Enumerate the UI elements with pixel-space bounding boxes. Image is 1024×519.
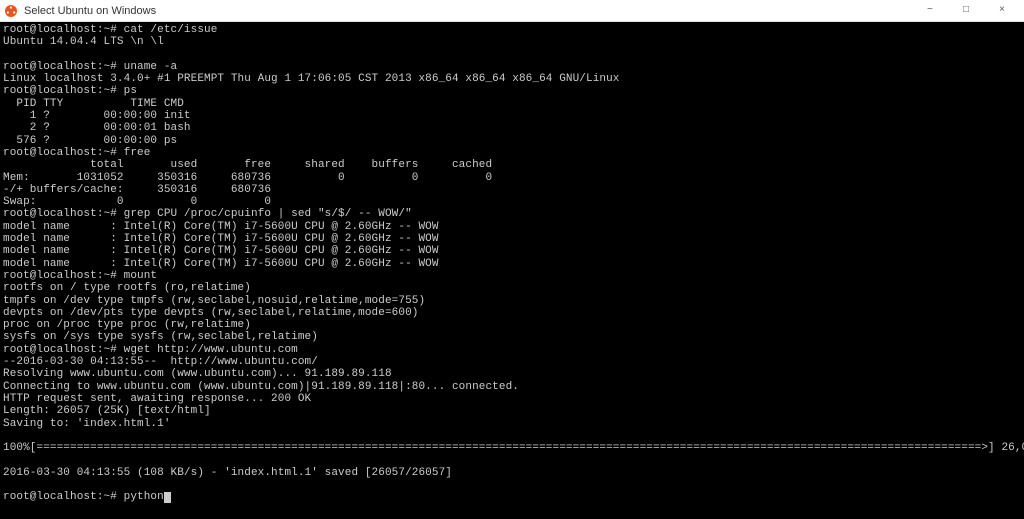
cursor [164,492,171,503]
terminal-line: root@localhost:~# wget http://www.ubuntu… [3,344,1021,356]
terminal-line [3,49,1021,61]
terminal-line: root@localhost:~# cat /etc/issue [3,24,1021,36]
terminal-line: root@localhost:~# ps [3,85,1021,97]
terminal-line: sysfs on /sys type sysfs (rw,seclabel,re… [3,331,1021,343]
terminal-line: model name : Intel(R) Core(TM) i7-5600U … [3,258,1021,270]
close-button[interactable]: × [984,0,1020,22]
terminal-line: Swap: 0 0 0 [3,196,1021,208]
window-controls: − □ × [912,0,1020,22]
titlebar[interactable]: Select Ubuntu on Windows − □ × [0,0,1024,22]
terminal-line: root@localhost:~# free [3,147,1021,159]
terminal-line: HTTP request sent, awaiting response... … [3,393,1021,405]
terminal-line [3,430,1021,442]
terminal-line: -/+ buffers/cache: 350316 680736 [3,184,1021,196]
terminal-line: --2016-03-30 04:13:55-- http://www.ubunt… [3,356,1021,368]
terminal-line: 576 ? 00:00:00 ps [3,135,1021,147]
terminal-line [3,454,1021,466]
terminal-line [3,479,1021,491]
terminal-prompt-line[interactable]: root@localhost:~# python [3,491,1021,503]
terminal-line: tmpfs on /dev type tmpfs (rw,seclabel,no… [3,295,1021,307]
terminal-line: root@localhost:~# mount [3,270,1021,282]
terminal-line: Connecting to www.ubuntu.com (www.ubuntu… [3,381,1021,393]
current-command: python [124,491,164,503]
terminal-line: Ubuntu 14.04.4 LTS \n \l [3,36,1021,48]
terminal-line: Linux localhost 3.4.0+ #1 PREEMPT Thu Au… [3,73,1021,85]
prompt-prefix: root@localhost:~# [3,491,124,503]
terminal-line: total used free shared buffers cached [3,159,1021,171]
window-title: Select Ubuntu on Windows [24,5,912,17]
terminal-line: Saving to: 'index.html.1' [3,418,1021,430]
terminal-line: 2 ? 00:00:01 bash [3,122,1021,134]
terminal-line: Length: 26057 (25K) [text/html] [3,405,1021,417]
maximize-button[interactable]: □ [948,0,984,22]
minimize-button[interactable]: − [912,0,948,22]
terminal-line: root@localhost:~# grep CPU /proc/cpuinfo… [3,208,1021,220]
terminal[interactable]: root@localhost:~# cat /etc/issueUbuntu 1… [0,22,1024,519]
terminal-line: rootfs on / type rootfs (ro,relatime) [3,282,1021,294]
terminal-line: PID TTY TIME CMD [3,98,1021,110]
terminal-line: model name : Intel(R) Core(TM) i7-5600U … [3,221,1021,233]
terminal-line: Resolving www.ubuntu.com (www.ubuntu.com… [3,368,1021,380]
terminal-line: 1 ? 00:00:00 init [3,110,1021,122]
terminal-line: root@localhost:~# uname -a [3,61,1021,73]
app-icon [4,4,18,18]
terminal-line: devpts on /dev/pts type devpts (rw,secla… [3,307,1021,319]
terminal-line: 100%[===================================… [3,442,1021,454]
terminal-line: model name : Intel(R) Core(TM) i7-5600U … [3,245,1021,257]
terminal-line: proc on /proc type proc (rw,relatime) [3,319,1021,331]
terminal-line: model name : Intel(R) Core(TM) i7-5600U … [3,233,1021,245]
terminal-line: 2016-03-30 04:13:55 (108 KB/s) - 'index.… [3,467,1021,479]
terminal-line: Mem: 1031052 350316 680736 0 0 0 [3,172,1021,184]
